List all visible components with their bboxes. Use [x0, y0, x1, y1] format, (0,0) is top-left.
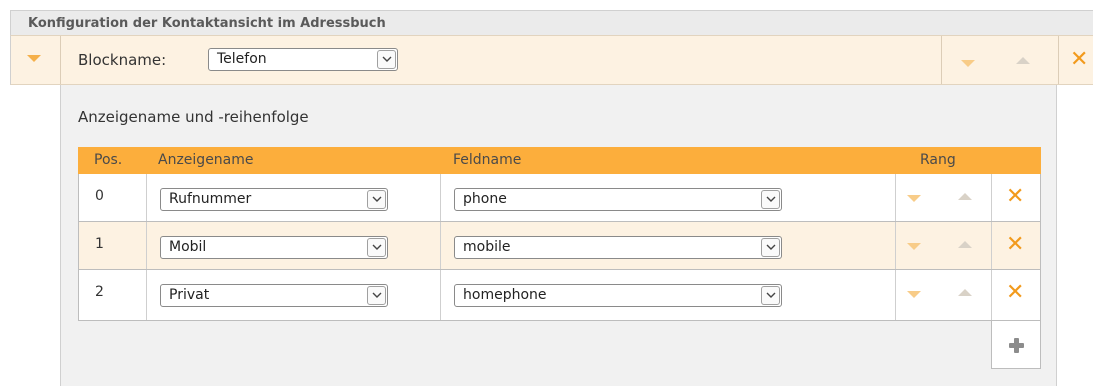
block-move-down-icon[interactable]	[961, 60, 975, 67]
add-row-button[interactable]	[991, 321, 1041, 369]
move-up-icon[interactable]	[958, 289, 972, 296]
delete-icon[interactable]: ✕	[1006, 234, 1024, 256]
header-pos: Pos.	[94, 152, 123, 168]
chevron-down-icon[interactable]	[761, 238, 780, 257]
block-row: Blockname: Telefon ✕	[10, 35, 1093, 85]
row-pos: 0	[95, 188, 104, 204]
field-name-select[interactable]: homephone	[454, 284, 782, 307]
row-pos: 2	[95, 284, 104, 300]
chevron-down-icon[interactable]	[761, 190, 780, 209]
block-delete-icon[interactable]: ✕	[1070, 49, 1088, 71]
delete-icon[interactable]: ✕	[1006, 186, 1024, 208]
field-name-select[interactable]: mobile	[454, 236, 782, 259]
display-name-value: Rufnummer	[169, 191, 252, 207]
move-down-icon[interactable]	[907, 291, 921, 298]
chevron-down-icon[interactable]	[367, 286, 386, 305]
add-icon[interactable]	[1009, 338, 1024, 353]
collapse-block-icon[interactable]	[27, 55, 41, 62]
display-name-value: Privat	[169, 287, 210, 303]
chevron-down-icon[interactable]	[377, 50, 396, 69]
delete-icon[interactable]: ✕	[1006, 282, 1024, 304]
header-field-name: Feldname	[453, 152, 522, 168]
display-name-value: Mobil	[169, 239, 207, 255]
move-up-icon[interactable]	[958, 193, 972, 200]
table-row: 2 Privat homephone ✕	[78, 270, 1041, 321]
field-name-value: homephone	[463, 287, 547, 303]
block-name-select[interactable]: Telefon	[208, 48, 398, 71]
display-name-select[interactable]: Mobil	[160, 236, 388, 259]
move-down-icon[interactable]	[907, 195, 921, 202]
move-down-icon[interactable]	[907, 243, 921, 250]
header-rank: Rang	[920, 152, 956, 168]
row-pos: 1	[95, 236, 104, 252]
panel-title: Konfiguration der Kontaktansicht im Adre…	[10, 10, 1093, 35]
section-subtitle: Anzeigename und -reihenfolge	[78, 108, 309, 126]
move-up-icon[interactable]	[958, 241, 972, 248]
block-move-up-icon[interactable]	[1016, 57, 1030, 64]
field-name-value: phone	[463, 191, 507, 207]
display-name-select[interactable]: Rufnummer	[160, 188, 388, 211]
block-name-label: Blockname:	[78, 51, 167, 69]
chevron-down-icon[interactable]	[367, 190, 386, 209]
chevron-down-icon[interactable]	[761, 286, 780, 305]
header-display-name: Anzeigename	[158, 152, 254, 168]
table-header: Pos. Anzeigename Feldname Rang	[78, 147, 1041, 174]
block-name-value: Telefon	[217, 51, 267, 67]
chevron-down-icon[interactable]	[367, 238, 386, 257]
display-name-select[interactable]: Privat	[160, 284, 388, 307]
field-name-select[interactable]: phone	[454, 188, 782, 211]
field-name-value: mobile	[463, 239, 511, 255]
table-row: 0 Rufnummer phone ✕	[78, 174, 1041, 222]
table-row: 1 Mobil mobile ✕	[78, 222, 1041, 270]
